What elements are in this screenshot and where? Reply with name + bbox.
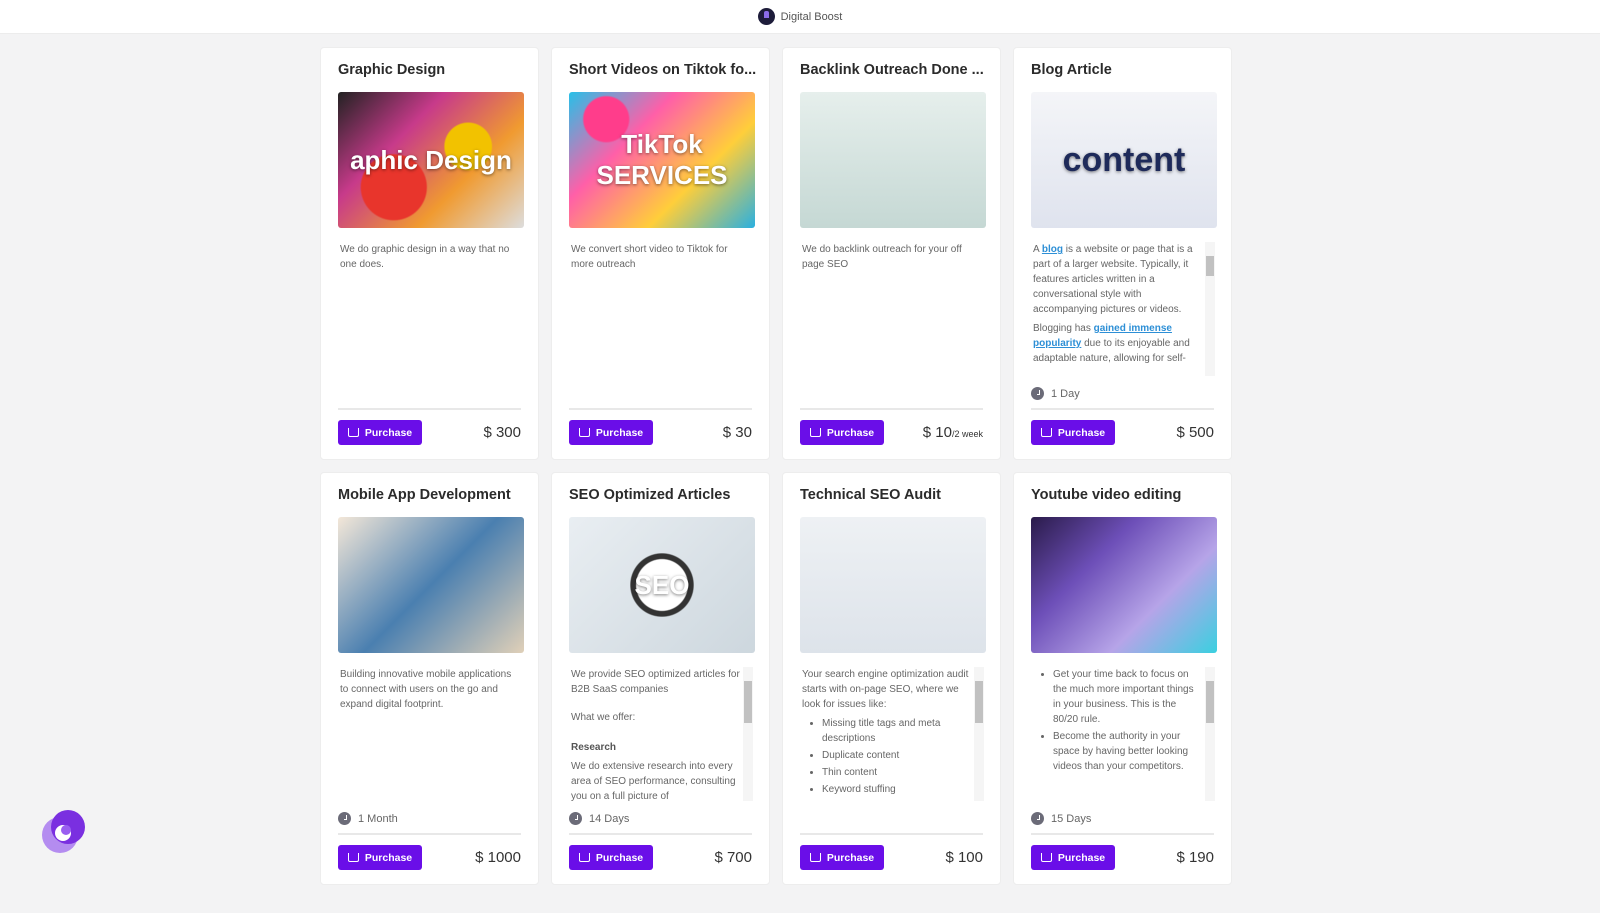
purchase-button[interactable]: Purchase [569,845,653,870]
service-card-backlink-outreach: Backlink Outreach Done ... We do backlin… [782,47,1001,460]
card-description: Building innovative mobile applications … [340,669,512,710]
service-image [1031,517,1217,653]
card-title[interactable]: Backlink Outreach Done ... [800,62,990,78]
cart-icon [578,853,590,862]
cart-icon [809,853,821,862]
clock-icon [1031,387,1044,400]
purchase-button[interactable]: Purchase [1031,420,1115,445]
description-list-item: And more [822,799,972,801]
service-card-youtube-editing: Youtube video editing Get your time back… [1013,472,1232,885]
description-scrollbar[interactable] [974,667,984,801]
price: $ 700 [714,849,752,866]
service-card-graphic-design: Graphic Design aphic Design We do graphi… [320,47,539,460]
price: $ 1000 [475,849,521,866]
card-description: A blog is a website or page that is a pa… [1033,244,1193,364]
card-title[interactable]: Blog Article [1031,62,1221,78]
description-scrollbar[interactable] [1205,667,1215,801]
purchase-button[interactable]: Purchase [338,420,422,445]
card-description: We do backlink outreach for your off pag… [802,244,962,270]
service-card-seo-articles: SEO Optimized Articles SEO We provide SE… [551,472,770,885]
purchase-button[interactable]: Purchase [338,845,422,870]
price: $ 10/2 week [922,424,983,441]
card-description: Get your time back to focus on the much … [1033,667,1203,801]
brand-name: Digital Boost [780,10,843,23]
service-image [800,92,986,228]
service-image: content [1031,92,1217,228]
description-scrollbar[interactable] [1205,242,1215,376]
divider [800,833,983,835]
divider [1031,408,1214,410]
service-card-tiktok-videos: Short Videos on Tiktok fo... TikTok SERV… [551,47,770,460]
divider [569,833,752,835]
purchase-button[interactable]: Purchase [569,420,653,445]
description-list-item: Become the authority in your space by ha… [1053,729,1203,774]
description-list-item: Thin content [822,765,972,780]
card-title[interactable]: Technical SEO Audit [800,487,990,503]
description-list-item: Missing title tags and meta descriptions [822,716,972,746]
clock-icon [569,812,582,825]
service-card-technical-seo-audit: Technical SEO Audit Your search engine o… [782,472,1001,885]
price: $ 500 [1176,424,1214,441]
price: $ 30 [722,424,752,441]
chat-assistant-icon[interactable] [36,803,92,859]
blog-link[interactable]: blog [1042,244,1063,255]
service-card-blog-article: Blog Article content A blog is a website… [1013,47,1232,460]
cart-icon [1040,428,1052,437]
card-description: We provide SEO optimized articles for B2… [571,669,740,801]
service-image: SEO [569,517,755,653]
service-image: aphic Design [338,92,524,228]
service-image [338,517,524,653]
service-image: TikTok SERVICES [569,92,755,228]
purchase-button[interactable]: Purchase [1031,845,1115,870]
divider [1031,833,1214,835]
purchase-button[interactable]: Purchase [800,420,884,445]
divider [338,408,521,410]
price: $ 300 [483,424,521,441]
description-list-item: Keyword stuffing [822,782,972,797]
service-card-mobile-app-development: Mobile App Development Building innovati… [320,472,539,885]
divider [569,408,752,410]
duration: 1 Day [1031,387,1080,400]
price: $ 190 [1176,849,1214,866]
cart-icon [347,428,359,437]
description-list-item: Get your time back to focus on the much … [1053,667,1203,727]
card-title[interactable]: SEO Optimized Articles [569,487,759,503]
service-image [800,517,986,653]
duration: 1 Month [338,812,398,825]
card-description: We convert short video to Tiktok for mor… [571,244,728,270]
card-title[interactable]: Graphic Design [338,62,528,78]
description-scrollbar[interactable] [743,667,753,801]
price: $ 100 [945,849,983,866]
card-description: We do graphic design in a way that no on… [340,244,510,270]
clock-icon [1031,812,1044,825]
cart-icon [1040,853,1052,862]
divider [800,408,983,410]
duration: 14 Days [569,812,629,825]
purchase-button[interactable]: Purchase [800,845,884,870]
cart-icon [809,428,821,437]
divider [338,833,521,835]
card-title[interactable]: Short Videos on Tiktok fo... [569,62,759,78]
cart-icon [578,428,590,437]
cart-icon [347,853,359,862]
card-title[interactable]: Mobile App Development [338,487,528,503]
card-title[interactable]: Youtube video editing [1031,487,1221,503]
duration: 15 Days [1031,812,1091,825]
description-list-item: Duplicate content [822,748,972,763]
brand-logo-icon [757,8,775,25]
top-bar: Digital Boost [0,0,1600,34]
clock-icon [338,812,351,825]
card-description: Your search engine optimization audit st… [802,667,972,801]
